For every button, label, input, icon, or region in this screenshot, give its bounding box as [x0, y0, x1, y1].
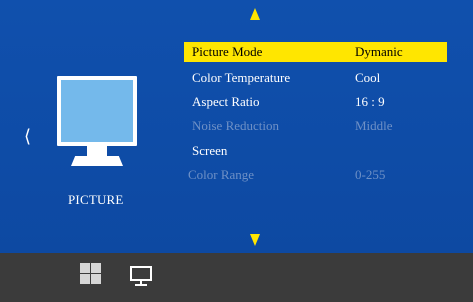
- menu-item-label: Color Range: [188, 166, 255, 182]
- monitor-neck: [87, 146, 107, 156]
- triangle-up-icon[interactable]: [250, 8, 260, 20]
- panel-title: PICTURE: [68, 192, 124, 207]
- menu-item-value: Cool: [355, 70, 381, 86]
- grid-icon[interactable]: [80, 263, 101, 284]
- menu-item-screen[interactable]: Screen: [184, 139, 447, 163]
- grid-cell: [91, 274, 101, 284]
- chevron-left-icon[interactable]: ⟨: [24, 128, 31, 146]
- monitor-screen: [57, 76, 137, 146]
- grid-cell: [80, 263, 90, 273]
- menu-panel: ⟨ PICTURE Picture Mode Dymanic Color Tem…: [0, 0, 473, 253]
- menu-item-picture-mode[interactable]: Picture Mode Dymanic: [184, 42, 447, 62]
- menu-item-label: Picture Mode: [192, 44, 263, 59]
- grid-cell: [80, 274, 90, 284]
- menu-item-label: Color Temperature: [192, 70, 291, 86]
- monitor-icon: [57, 76, 137, 176]
- menu-item-color-range: Color Range 0-255: [184, 163, 447, 187]
- menu-item-label: Screen: [192, 142, 228, 158]
- monitor-base: [71, 156, 123, 166]
- settings-menu: Picture Mode Dymanic Color Temperature C…: [184, 42, 447, 187]
- menu-item-value: Dymanic: [355, 44, 403, 59]
- menu-item-label: Aspect Ratio: [192, 94, 260, 110]
- menu-item-label: Noise Reduction: [192, 118, 280, 134]
- menu-item-aspect-ratio[interactable]: Aspect Ratio 16 : 9: [184, 90, 447, 114]
- menu-item-noise-reduction: Noise Reduction Middle: [184, 114, 447, 138]
- bottom-bar: [0, 253, 473, 302]
- menu-item-value: 0-255: [355, 166, 386, 182]
- osd-window: ⟨ PICTURE Picture Mode Dymanic Color Tem…: [0, 0, 473, 302]
- menu-item-value: Middle: [355, 118, 393, 134]
- grid-cell: [91, 263, 101, 273]
- triangle-down-icon[interactable]: [250, 234, 260, 246]
- monitor-icon[interactable]: [129, 265, 153, 287]
- menu-item-color-temperature[interactable]: Color Temperature Cool: [184, 66, 447, 90]
- menu-item-value: 16 : 9: [355, 94, 385, 110]
